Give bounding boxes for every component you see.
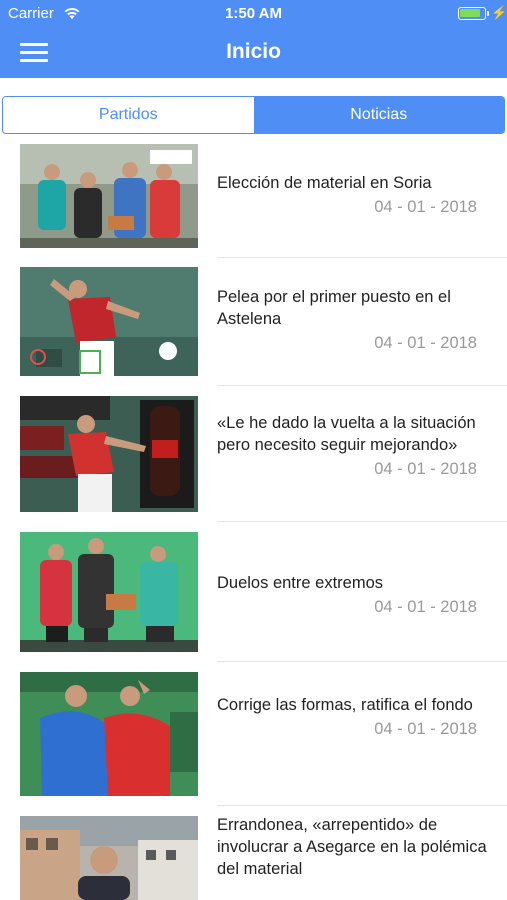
battery-icon <box>458 7 486 20</box>
status-bar: Carrier 1:50 AM ⚡ <box>0 0 507 28</box>
news-item[interactable]: Errandonea, «arrepentido» de involucrar … <box>0 806 507 900</box>
news-date: 04 - 01 - 2018 <box>374 460 477 478</box>
news-title: Errandonea, «arrepentido» de involucrar … <box>217 816 487 878</box>
navigation-bar: Inicio <box>0 28 507 78</box>
news-thumbnail <box>20 532 198 652</box>
news-item[interactable]: Elección de material en Soria 04 - 01 - … <box>0 134 507 258</box>
news-date: 04 - 01 - 2018 <box>374 198 477 216</box>
charging-bolt-icon: ⚡ <box>491 5 507 20</box>
clock: 1:50 AM <box>225 5 282 22</box>
news-title: Corrige las formas, ratifica el fondo <box>217 696 473 714</box>
battery-tip <box>487 11 489 16</box>
tab-partidos[interactable]: Partidos <box>3 97 254 133</box>
battery-level <box>460 9 480 17</box>
news-title: Duelos entre extremos <box>217 574 383 592</box>
news-title: Elección de material en Soria <box>217 174 432 192</box>
news-thumbnail <box>20 396 198 512</box>
news-date: 04 - 01 - 2018 <box>374 598 477 616</box>
news-date: 04 - 01 - 2018 <box>374 334 477 352</box>
news-thumbnail <box>20 267 198 376</box>
news-date: 04 - 01 - 2018 <box>374 720 477 738</box>
news-title: «Le he dado la vuelta a la situación per… <box>217 414 476 454</box>
news-item[interactable]: Corrige las formas, ratifica el fondo 04… <box>0 662 507 806</box>
news-item[interactable]: «Le he dado la vuelta a la situación per… <box>0 386 507 522</box>
news-thumbnail <box>20 144 198 248</box>
news-thumbnail <box>20 816 198 900</box>
page-title: Inicio <box>226 40 281 63</box>
news-item[interactable]: Duelos entre extremos 04 - 01 - 2018 <box>0 522 507 662</box>
news-item[interactable]: Pelea por el primer puesto en el Astelen… <box>0 258 507 386</box>
tab-noticias[interactable]: Noticias <box>253 97 504 133</box>
news-title: Pelea por el primer puesto en el Astelen… <box>217 288 451 328</box>
news-thumbnail <box>20 672 198 796</box>
segmented-tabs: Partidos Noticias <box>2 96 505 134</box>
